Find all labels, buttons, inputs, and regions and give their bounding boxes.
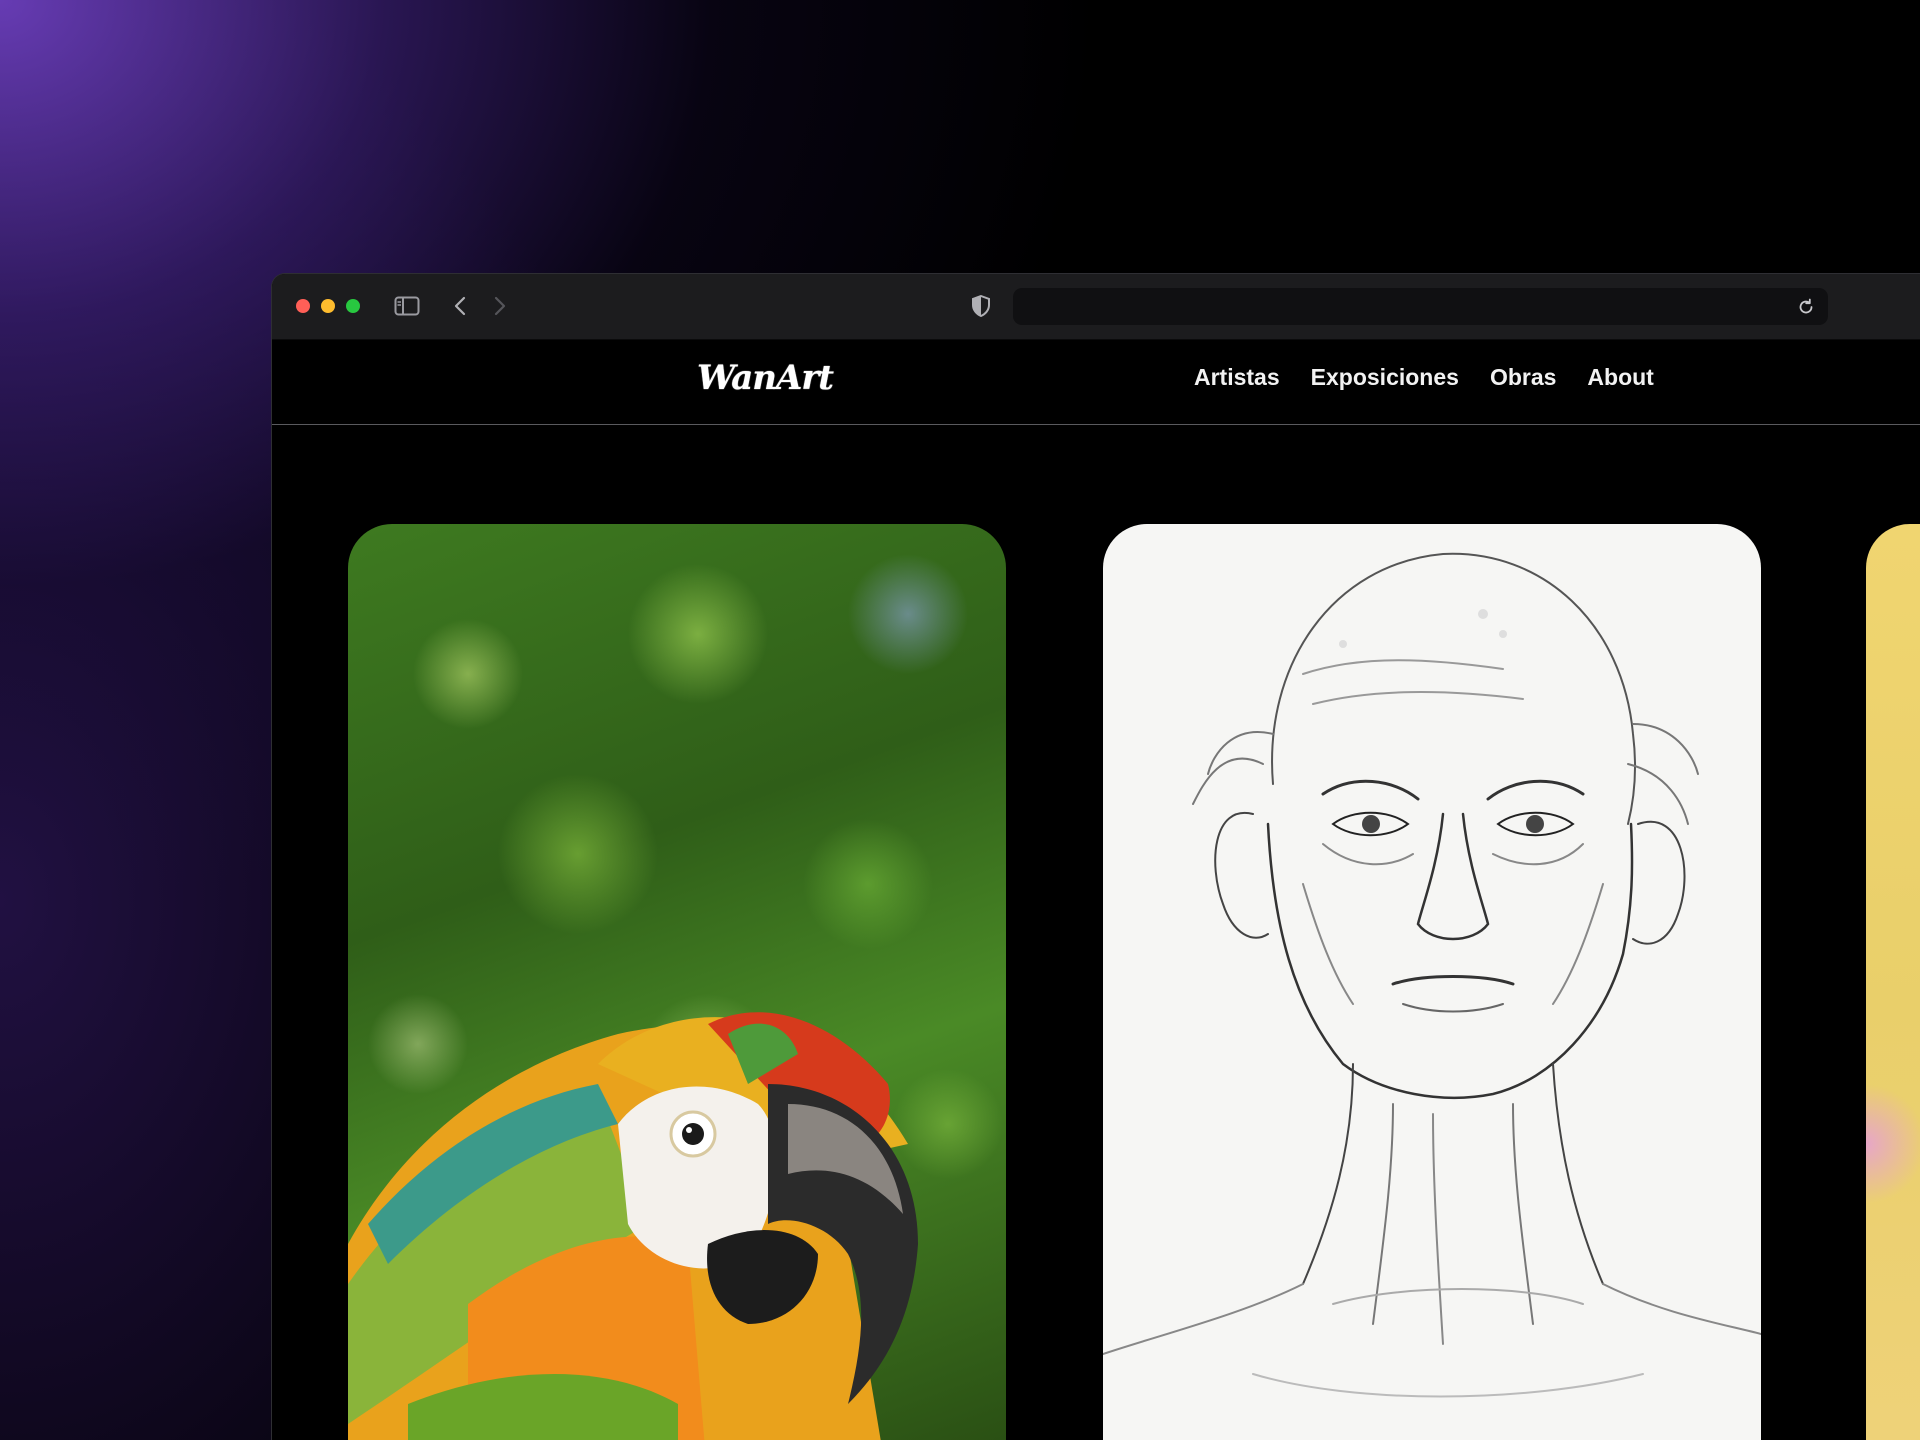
- desktop-background: WanArt Artistas Exposiciones Obras About: [0, 0, 1920, 1440]
- maximize-window-button[interactable]: [346, 299, 360, 313]
- artwork-card-abstract[interactable]: [1866, 524, 1920, 1440]
- artwork-card-parrot[interactable]: [348, 524, 1006, 1440]
- parrot-image: [348, 1012, 918, 1440]
- shield-icon[interactable]: [968, 293, 994, 319]
- site-header: WanArt Artistas Exposiciones Obras About: [272, 340, 1920, 425]
- browser-toolbar: [272, 274, 1920, 340]
- address-bar[interactable]: [1013, 288, 1828, 325]
- minimize-window-button[interactable]: [321, 299, 335, 313]
- main-nav: Artistas Exposiciones Obras About: [1194, 364, 1654, 391]
- nav-link-artistas[interactable]: Artistas: [1194, 364, 1280, 391]
- site-logo[interactable]: WanArt: [697, 358, 834, 398]
- nav-link-obras[interactable]: Obras: [1490, 364, 1556, 391]
- abstract-image: [1866, 1084, 1920, 1204]
- chevron-left-icon[interactable]: [447, 293, 473, 319]
- browser-window: WanArt Artistas Exposiciones Obras About: [271, 273, 1920, 1440]
- nav-link-about[interactable]: About: [1587, 364, 1653, 391]
- sidebar-toggle-icon[interactable]: [392, 294, 422, 318]
- portrait-image: [1103, 552, 1761, 1398]
- reload-icon[interactable]: [1794, 295, 1818, 319]
- nav-link-exposiciones[interactable]: Exposiciones: [1311, 364, 1459, 391]
- artwork-card-portrait[interactable]: [1103, 524, 1761, 1440]
- chevron-right-icon[interactable]: [487, 293, 513, 319]
- close-window-button[interactable]: [296, 299, 310, 313]
